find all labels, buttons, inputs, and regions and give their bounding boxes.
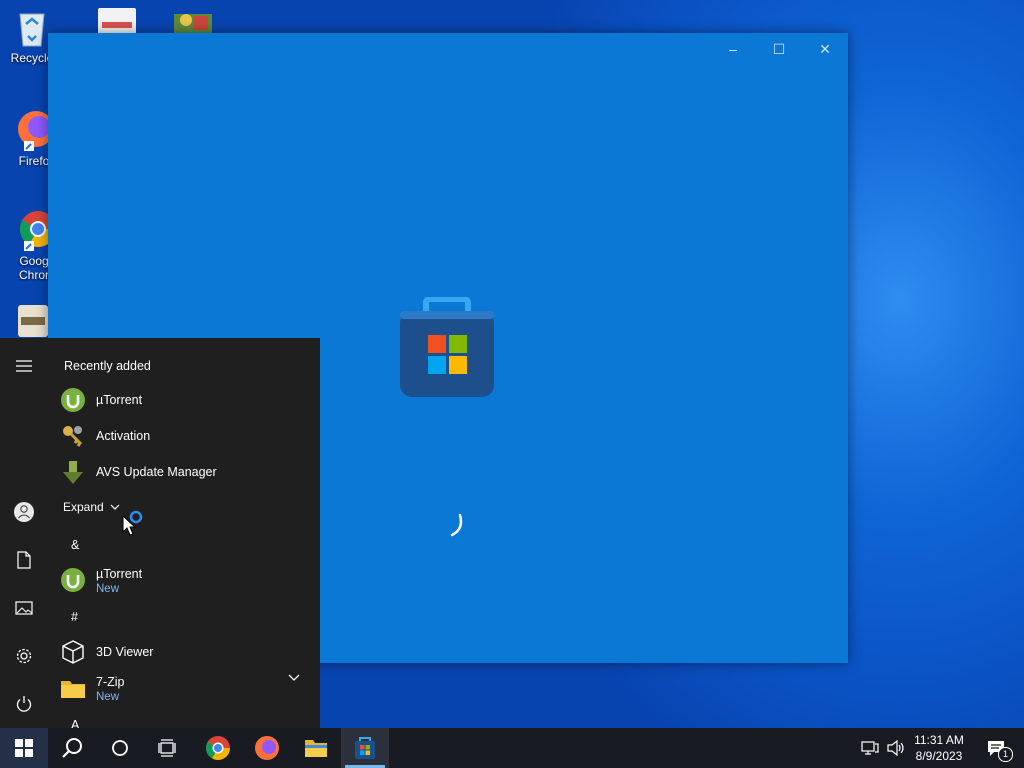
download-arrow-icon — [63, 461, 83, 484]
search-icon — [62, 738, 82, 758]
app-name: µTorrent — [96, 567, 143, 581]
hamburger-menu-button[interactable] — [8, 350, 40, 382]
new-badge: New — [96, 583, 120, 595]
maximize-button[interactable]: ☐ — [756, 33, 802, 65]
firefox-icon — [255, 736, 279, 760]
taskbar-chrome[interactable] — [194, 728, 242, 768]
recent-app-utorrent[interactable]: µTorrent — [60, 382, 310, 418]
user-avatar-icon — [14, 502, 34, 522]
close-button[interactable]: ✕ — [802, 33, 848, 65]
recent-app-activation[interactable]: Activation — [60, 418, 310, 454]
settings-button[interactable] — [8, 640, 40, 672]
group-header-a[interactable]: A — [71, 718, 79, 728]
task-view-button[interactable] — [144, 728, 192, 768]
recently-added-header: Recently added — [64, 359, 151, 373]
app-name: 3D Viewer — [96, 645, 154, 659]
app-name: Activation — [96, 429, 151, 443]
cube-icon — [62, 640, 84, 664]
search-button[interactable] — [48, 728, 96, 768]
app-3d-viewer[interactable]: 3D Viewer — [60, 634, 310, 670]
app-7-zip-folder[interactable]: 7-Zip New — [60, 668, 310, 708]
chevron-down-icon — [110, 504, 120, 510]
clock-date: 8/9/2023 — [915, 749, 963, 763]
document-icon — [17, 551, 31, 569]
taskbar-microsoft-store[interactable] — [341, 728, 389, 768]
taskbar-firefox[interactable] — [243, 728, 291, 768]
minimize-button[interactable]: – — [710, 33, 756, 65]
task-view-icon — [158, 739, 176, 757]
pictures-icon — [15, 601, 33, 615]
start-left-rail — [0, 338, 48, 728]
app-utorrent[interactable]: µTorrent New — [60, 560, 310, 600]
app-name: µTorrent — [96, 393, 143, 407]
clock-time: 11:31 AM — [914, 733, 964, 747]
group-header-hash[interactable]: # — [71, 610, 78, 624]
nsis-icon[interactable] — [18, 305, 48, 337]
keys-icon — [63, 426, 83, 447]
chevron-down-icon[interactable] — [288, 674, 300, 682]
utorrent-icon — [61, 388, 85, 412]
utorrent-icon — [61, 568, 85, 592]
taskbar-file-explorer[interactable] — [292, 728, 340, 768]
group-header-ampersand[interactable]: & — [71, 538, 79, 552]
document-icon[interactable] — [98, 8, 136, 34]
app-name: 7-Zip — [96, 675, 125, 689]
folder-icon — [61, 681, 85, 698]
loading-spinner — [450, 513, 463, 537]
recycle-bin-icon — [19, 13, 45, 47]
expand-button[interactable]: Expand — [63, 500, 120, 514]
notification-count-badge: 1 — [998, 747, 1013, 762]
power-button[interactable] — [8, 688, 40, 720]
documents-button[interactable] — [8, 544, 40, 576]
recent-app-avs-update-manager[interactable]: AVS Update Manager — [60, 454, 310, 490]
network-icon — [861, 741, 879, 755]
windows-logo-icon — [15, 739, 33, 757]
chrome-icon — [205, 736, 230, 761]
app-name: AVS Update Manager — [96, 465, 217, 479]
folder-icon — [305, 740, 327, 757]
store-icon — [355, 737, 375, 759]
start-menu: Recently added µTorrent Activation AVS U… — [0, 338, 320, 728]
speaker-icon — [887, 740, 904, 756]
clock[interactable]: 11:31 AM 8/9/2023 — [910, 728, 968, 768]
new-badge: New — [96, 691, 120, 703]
taskbar: 11:31 AM 8/9/2023 1 — [0, 728, 1024, 768]
media-app-icon[interactable] — [172, 10, 214, 34]
gear-icon — [16, 648, 32, 664]
cortana-circle-icon — [112, 740, 128, 756]
hamburger-icon — [16, 360, 32, 372]
start-button[interactable] — [0, 728, 48, 768]
account-button[interactable] — [8, 496, 40, 528]
pictures-button[interactable] — [8, 592, 40, 624]
volume-tray-icon[interactable] — [884, 728, 908, 768]
microsoft-store-logo — [400, 297, 494, 397]
network-tray-icon[interactable] — [858, 728, 882, 768]
action-center-button[interactable]: 1 — [976, 728, 1016, 768]
expand-label: Expand — [63, 500, 104, 514]
cortana-button[interactable] — [96, 728, 144, 768]
power-icon — [16, 696, 32, 712]
busy-cursor-icon — [122, 510, 143, 536]
